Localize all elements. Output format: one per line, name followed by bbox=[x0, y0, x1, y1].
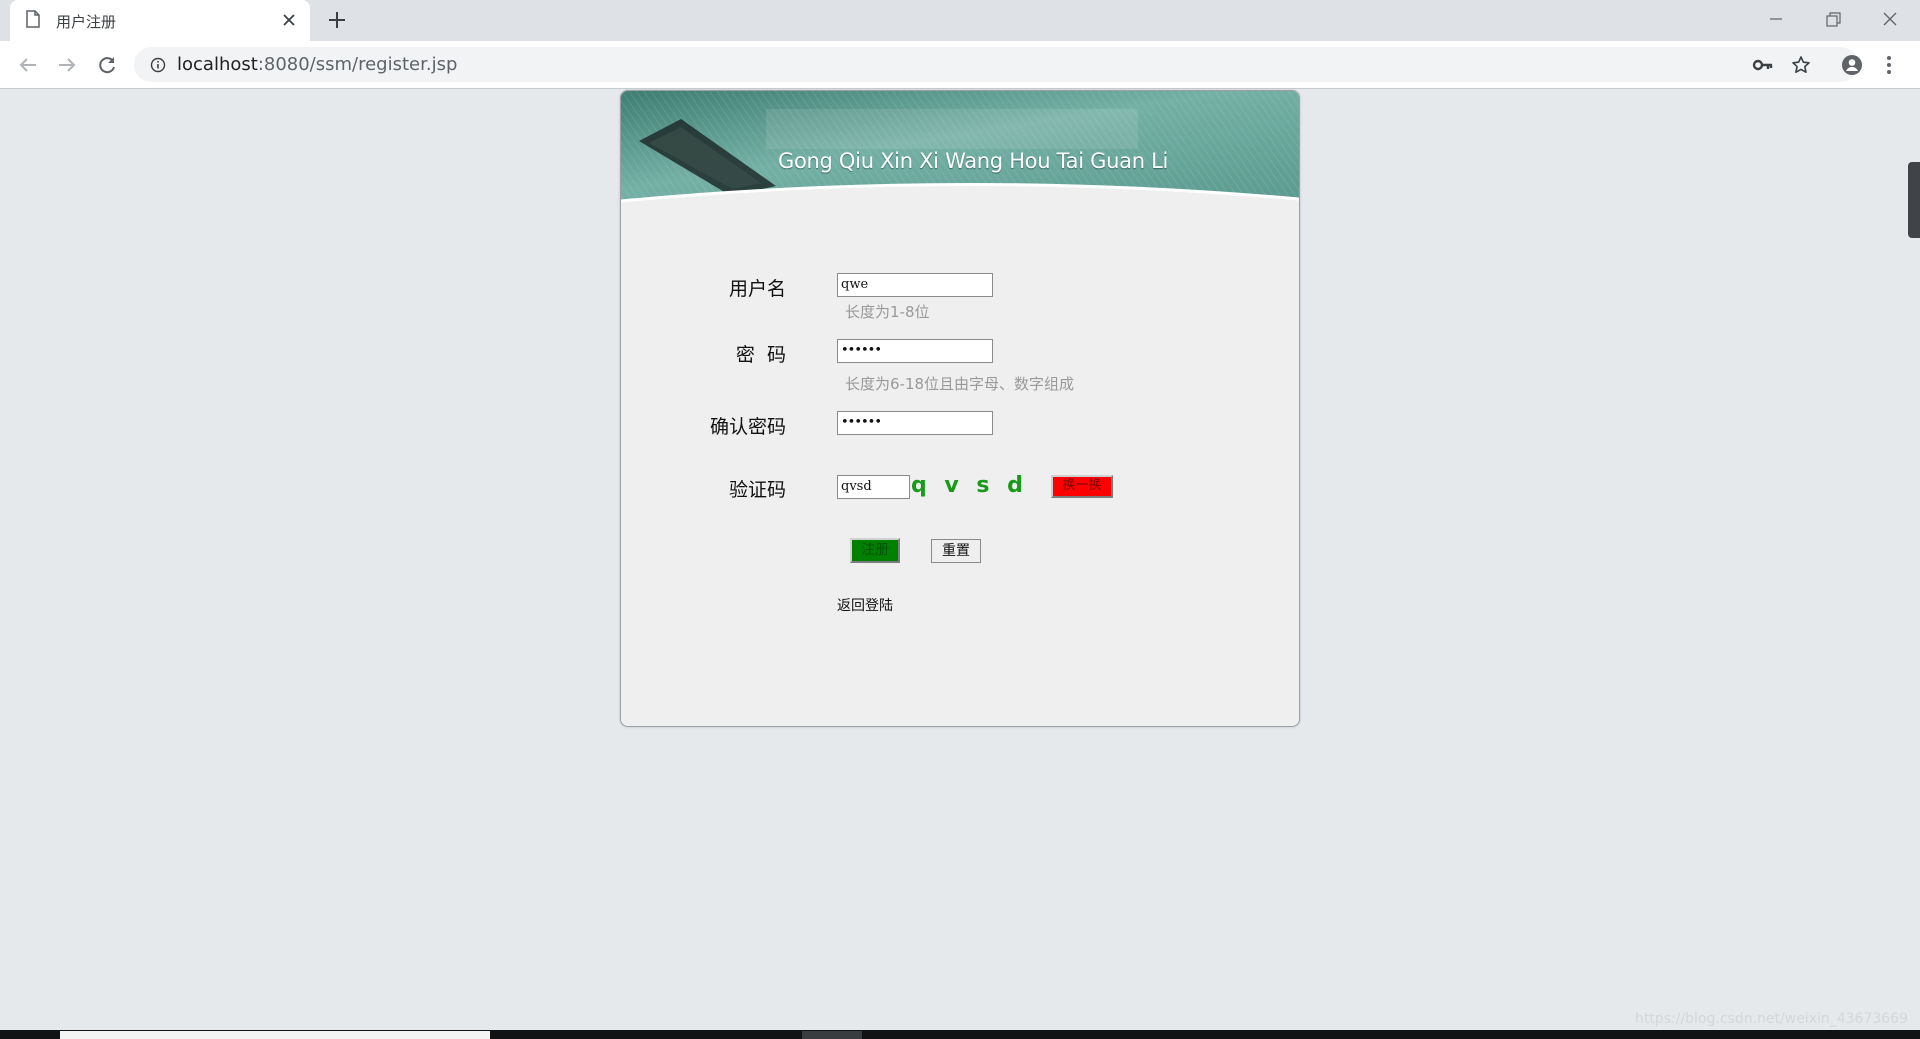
address-bar[interactable]: localhost:8080/ssm/register.jsp bbox=[134, 47, 1858, 82]
url-host: localhost bbox=[177, 54, 258, 75]
taskbar-item[interactable] bbox=[802, 1031, 862, 1039]
new-tab-icon[interactable] bbox=[326, 9, 348, 35]
reload-icon[interactable] bbox=[95, 53, 119, 77]
url-text: localhost:8080/ssm/register.jsp bbox=[177, 54, 457, 75]
username-hint: 长度为1-8位 bbox=[845, 303, 930, 321]
watermark: https://blog.csdn.net/weixin_43673669 bbox=[1634, 1011, 1908, 1027]
banner-title: Gong Qiu Xin Xi Wang Hou Tai Guan Li bbox=[778, 149, 1169, 173]
url-path: :8080/ssm/register.jsp bbox=[257, 54, 458, 75]
key-icon[interactable] bbox=[1752, 55, 1774, 79]
taskbar-item[interactable] bbox=[60, 1031, 490, 1039]
confirm-password-input[interactable]: •••••• bbox=[837, 411, 993, 435]
back-to-login-link[interactable]: 返回登陆 bbox=[837, 595, 893, 615]
restore-icon[interactable] bbox=[1821, 8, 1845, 32]
page-icon bbox=[26, 10, 40, 32]
username-input[interactable]: qwe bbox=[837, 273, 993, 297]
account-icon[interactable] bbox=[1840, 53, 1864, 81]
star-icon[interactable] bbox=[1791, 55, 1811, 79]
captcha-code[interactable]: q v s d bbox=[911, 473, 1028, 498]
tab-title: 用户注册 bbox=[56, 13, 117, 31]
browser-toolbar: localhost:8080/ssm/register.jsp bbox=[0, 41, 1920, 89]
tab-strip: 用户注册 bbox=[0, 0, 1920, 41]
side-scroll-handle[interactable] bbox=[1908, 162, 1920, 238]
username-label: 用户名 bbox=[728, 278, 786, 300]
register-button[interactable]: 注册 bbox=[850, 538, 900, 563]
password-hint: 长度为6-18位且由字母、数字组成 bbox=[845, 375, 1075, 393]
close-icon[interactable] bbox=[280, 11, 298, 33]
browser-tab[interactable]: 用户注册 bbox=[10, 0, 310, 41]
minimize-icon[interactable] bbox=[1764, 8, 1788, 32]
captcha-input[interactable]: qvsd bbox=[837, 475, 910, 499]
confirm-password-label: 确认密码 bbox=[709, 416, 786, 438]
close-window-icon[interactable] bbox=[1878, 8, 1902, 32]
banner: Gong Qiu Xin Xi Wang Hou Tai Guan Li bbox=[621, 91, 1299, 206]
change-captcha-button[interactable]: 换一换 bbox=[1051, 475, 1113, 498]
back-arrow-icon[interactable] bbox=[16, 53, 40, 77]
reset-button[interactable]: 重置 bbox=[931, 539, 981, 563]
captcha-label: 验证码 bbox=[728, 479, 786, 501]
menu-icon[interactable] bbox=[1884, 53, 1894, 81]
register-panel: Gong Qiu Xin Xi Wang Hou Tai Guan Li 用户名… bbox=[620, 90, 1300, 727]
forward-arrow-icon[interactable] bbox=[55, 53, 79, 77]
password-label: 密 码 bbox=[735, 344, 786, 366]
password-input[interactable]: •••••• bbox=[837, 339, 993, 363]
info-icon[interactable] bbox=[150, 57, 166, 77]
